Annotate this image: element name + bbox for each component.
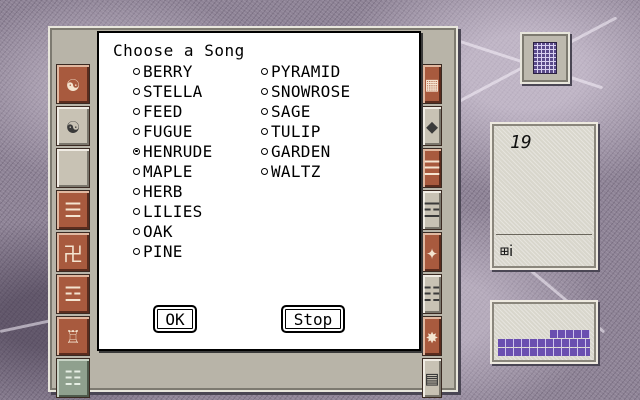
radio-icon[interactable]: [133, 167, 140, 175]
radio-icon[interactable]: [133, 207, 140, 215]
removed-tiles-tray: [490, 300, 598, 364]
song-label: WALTZ: [271, 161, 321, 181]
yin-yang-tile[interactable]: ☯: [56, 64, 90, 104]
song-label: SNOWROSE: [271, 81, 351, 101]
mini-board-button[interactable]: [520, 32, 570, 84]
song-option[interactable]: MAPLE: [133, 161, 213, 181]
glyph-tile[interactable]: ▤: [422, 358, 442, 398]
song-label: MAPLE: [143, 161, 193, 181]
tile-pair-icon: ⊞ⅰ: [500, 242, 514, 260]
radio-icon[interactable]: [261, 107, 268, 115]
song-option[interactable]: SNOWROSE: [261, 81, 350, 101]
song-label: LILIES: [143, 201, 203, 221]
song-label: PYRAMID: [271, 61, 341, 81]
song-option[interactable]: OAK: [133, 221, 213, 241]
radio-icon[interactable]: [261, 67, 268, 75]
song-option[interactable]: TULIP: [261, 121, 350, 141]
song-label: HENRUDE: [143, 141, 213, 161]
song-option[interactable]: PINE: [133, 241, 213, 261]
glyph-tile[interactable]: ☲: [422, 190, 442, 230]
tray-fill: [498, 324, 590, 356]
song-label: GARDEN: [271, 141, 331, 161]
mini-board-icon: [533, 42, 557, 74]
song-label: BERRY: [143, 61, 193, 81]
song-option[interactable]: FUGUE: [133, 121, 213, 141]
radio-icon[interactable]: [261, 87, 268, 95]
stop-button[interactable]: Stop: [281, 305, 345, 333]
radio-icon[interactable]: [133, 67, 140, 75]
song-label: FEED: [143, 101, 183, 121]
song-option[interactable]: BERRY: [133, 61, 213, 81]
radio-icon[interactable]: [133, 127, 140, 135]
song-option[interactable]: FEED: [133, 101, 213, 121]
radio-icon[interactable]: [133, 247, 140, 255]
song-label: OAK: [143, 221, 173, 241]
glyph-tile[interactable]: ✦: [422, 232, 442, 272]
tiles-remaining-count: 19: [510, 132, 532, 153]
song-option[interactable]: GARDEN: [261, 141, 350, 161]
glyph-tile[interactable]: ☰: [422, 148, 442, 188]
song-option[interactable]: WALTZ: [261, 161, 350, 181]
song-option[interactable]: PYRAMID: [261, 61, 350, 81]
song-label: FUGUE: [143, 121, 193, 141]
radio-icon[interactable]: [133, 107, 140, 115]
song-option[interactable]: HERB: [133, 181, 213, 201]
glyph-tile[interactable]: ▦: [422, 64, 442, 104]
song-option[interactable]: STELLA: [133, 81, 213, 101]
glyph-tile[interactable]: 卍: [56, 232, 90, 272]
radio-icon[interactable]: [133, 187, 140, 195]
song-label: SAGE: [271, 101, 311, 121]
tile-counter-panel: 19 ⊞ⅰ: [490, 122, 598, 270]
tile-column-left: ☯ ☯ ☰ 卍 ☲ ♖ ☷: [56, 64, 90, 398]
yin-yang-tile[interactable]: ☯: [56, 106, 90, 146]
glyph-tile[interactable]: ☰: [56, 190, 90, 230]
radio-icon[interactable]: [261, 127, 268, 135]
song-label: TULIP: [271, 121, 321, 141]
radio-icon[interactable]: [261, 147, 268, 155]
blank-tile[interactable]: [56, 148, 90, 188]
song-list-left: BERRY STELLA FEED FUGUE HENRUDE MAPLE HE…: [133, 61, 213, 261]
glyph-tile[interactable]: ✸: [422, 316, 442, 356]
ok-button[interactable]: OK: [153, 305, 197, 333]
glyph-tile[interactable]: ☲: [56, 274, 90, 314]
song-label: STELLA: [143, 81, 203, 101]
tray-row: [498, 348, 590, 356]
radio-selected-icon[interactable]: [133, 147, 140, 155]
song-label: PINE: [143, 241, 183, 261]
glyph-tile[interactable]: ◆: [422, 106, 442, 146]
radio-icon[interactable]: [261, 167, 268, 175]
choose-song-dialog: Choose a Song BERRY STELLA FEED FUGUE HE…: [97, 31, 421, 351]
glyph-tile[interactable]: ☷: [422, 274, 442, 314]
song-option-selected[interactable]: HENRUDE: [133, 141, 213, 161]
song-option[interactable]: SAGE: [261, 101, 350, 121]
tray-row: [498, 339, 590, 347]
glyph-tile[interactable]: ☷: [56, 358, 90, 398]
song-option[interactable]: LILIES: [133, 201, 213, 221]
glyph-tile[interactable]: ♖: [56, 316, 90, 356]
tile-column-right: ▦ ◆ ☰ ☲ ✦ ☷ ✸ ▤: [422, 64, 442, 398]
radio-icon[interactable]: [133, 87, 140, 95]
song-list-right: PYRAMID SNOWROSE SAGE TULIP GARDEN WALTZ: [261, 61, 350, 181]
dialog-title: Choose a Song: [113, 41, 245, 60]
divider: [496, 234, 592, 235]
song-label: HERB: [143, 181, 183, 201]
tray-row: [550, 330, 590, 338]
radio-icon[interactable]: [133, 227, 140, 235]
